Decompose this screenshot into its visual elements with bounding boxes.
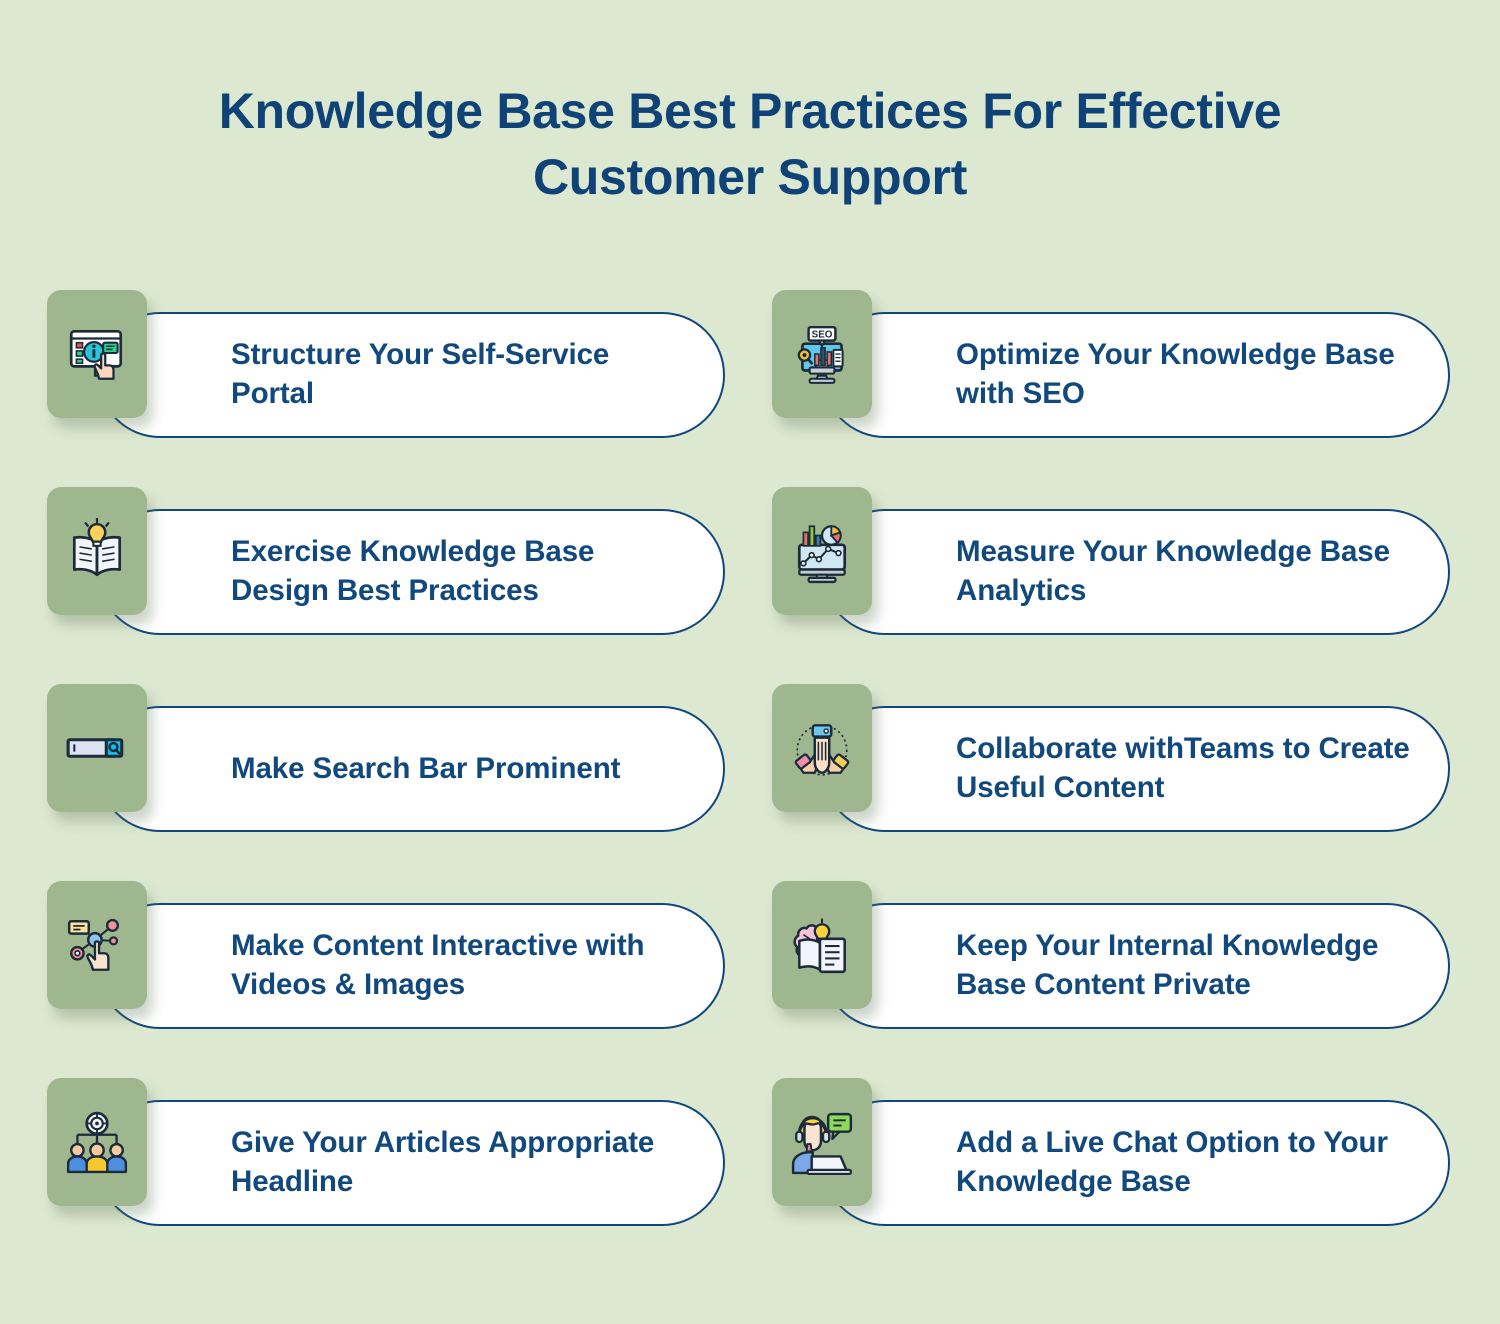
team-target-icon [47,1078,147,1206]
list-item-pill[interactable]: Collaborate withTeams to Create Useful C… [822,706,1450,832]
search-bar-icon [47,684,147,812]
list-item[interactable]: Measure Your Knowledge Base Analytics [772,487,1450,647]
seo-monitor-icon: SEO [772,290,872,418]
list-item-pill[interactable]: Measure Your Knowledge Base Analytics [822,509,1450,635]
portal-window-hand-icon [47,290,147,418]
list-item[interactable]: Keep Your Internal Knowledge Base Conten… [772,881,1450,1041]
list-item-label: Make Search Bar Prominent [231,751,621,785]
teamwork-hands-icon [772,684,872,812]
list-item-pill[interactable]: Add a Live Chat Option to Your Knowledge… [822,1100,1450,1226]
list-item[interactable]: Collaborate withTeams to Create Useful C… [772,684,1450,844]
list-item[interactable]: Give Your Articles Appropriate Headline [47,1078,725,1238]
infographic-page: Knowledge Base Best Practices For Effect… [0,0,1500,1324]
list-item-label: Optimize Your Knowledge Base with SEO [956,338,1395,410]
list-item-pill[interactable]: Exercise Knowledge Base Design Best Prac… [97,509,725,635]
interactive-nodes-hand-icon [47,881,147,1009]
list-item-label: Measure Your Knowledge Base Analytics [956,535,1390,607]
list-item-label: Structure Your Self-Service Portal [231,338,610,410]
list-item[interactable]: SEO Optimize Your Knowledge Base with SE… [772,290,1450,450]
page-title: Knowledge Base Best Practices For Effect… [218,83,1282,205]
list-item-label: Give Your Articles Appropriate Headline [231,1126,655,1198]
list-item-pill[interactable]: Keep Your Internal Knowledge Base Conten… [822,903,1450,1029]
svg-text:SEO: SEO [812,330,833,341]
list-item-label: Keep Your Internal Knowledge Base Conten… [956,929,1379,1001]
analytics-monitor-icon [772,487,872,615]
list-item-label: Add a Live Chat Option to Your Knowledge… [956,1126,1388,1198]
list-item[interactable]: Add a Live Chat Option to Your Knowledge… [772,1078,1450,1238]
open-book-lightbulb-icon [47,487,147,615]
best-practices-grid: Structure Your Self-Service Portal SEO O… [0,290,1500,1238]
list-item-label: Collaborate withTeams to Create Useful C… [956,732,1410,804]
list-item[interactable]: Structure Your Self-Service Portal [47,290,725,450]
list-item-pill[interactable]: Structure Your Self-Service Portal [97,312,725,438]
brain-book-lightbulb-icon [772,881,872,1009]
list-item[interactable]: Make Search Bar Prominent [47,684,725,844]
live-chat-agent-icon [772,1078,872,1206]
list-item-pill[interactable]: Make Content Interactive with Videos & I… [97,903,725,1029]
list-item[interactable]: Exercise Knowledge Base Design Best Prac… [47,487,725,647]
list-item-label: Make Content Interactive with Videos & I… [231,929,645,1001]
list-item-pill[interactable]: Make Search Bar Prominent [97,706,725,832]
list-item[interactable]: Make Content Interactive with Videos & I… [47,881,725,1041]
list-item-pill[interactable]: Give Your Articles Appropriate Headline [97,1100,725,1226]
list-item-pill[interactable]: Optimize Your Knowledge Base with SEO [822,312,1450,438]
list-item-label: Exercise Knowledge Base Design Best Prac… [231,535,595,607]
